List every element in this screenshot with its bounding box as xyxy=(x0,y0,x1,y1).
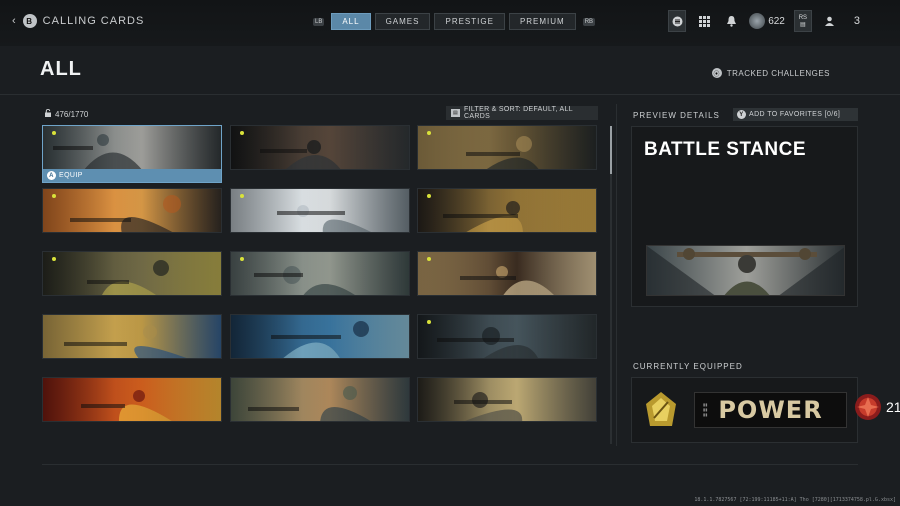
y-button-icon: Y xyxy=(737,110,746,119)
rb-bumper-icon: RB xyxy=(582,17,596,26)
new-indicator-icon xyxy=(240,257,244,261)
add-to-favorites-label: ADD TO FAVORITES [0/6] xyxy=(749,111,841,118)
new-indicator-icon xyxy=(240,131,244,135)
calling-card-battle-stance[interactable]: A EQUIP xyxy=(42,125,222,183)
prestige-level: 21 xyxy=(886,399,900,415)
calling-card-card-8[interactable] xyxy=(230,251,410,296)
a-button-icon: A xyxy=(47,171,56,180)
card-shade xyxy=(43,378,221,421)
power-card-decoration: ▮▮ ▮▮ ▮▮ xyxy=(703,402,708,417)
currency-display: 622 xyxy=(749,13,785,29)
calling-card-card-11[interactable] xyxy=(230,314,410,359)
card-shade xyxy=(418,378,596,421)
panel-divider xyxy=(616,104,617,446)
new-indicator-icon xyxy=(240,194,244,198)
new-indicator-icon xyxy=(52,257,56,261)
prestige-badge-icon xyxy=(853,392,883,422)
unlock-count: 476/1770 xyxy=(44,108,89,119)
card-shade xyxy=(418,189,596,232)
currency-value: 622 xyxy=(768,15,785,27)
card-shade xyxy=(231,126,409,169)
new-indicator-icon xyxy=(427,320,431,324)
filter-sort-button[interactable]: ▤ FILTER & SORT: DEFAULT, ALL CARDS xyxy=(446,106,598,120)
currently-equipped-panel: ▮▮ ▮▮ ▮▮ POWER xyxy=(631,377,858,443)
calling-card-card-4[interactable] xyxy=(42,188,222,233)
section-title: ALL xyxy=(40,58,82,80)
add-to-favorites-button[interactable]: Y ADD TO FAVORITES [0/6] xyxy=(733,108,858,121)
build-info: 18.1.1.7827567 [72:199:11185+11:A] Tho [… xyxy=(694,497,896,503)
calling-card-grid: A EQUIP xyxy=(42,125,598,423)
tab-games[interactable]: GAMES xyxy=(374,13,431,30)
tracked-challenges-button[interactable]: ⦿ TRACKED CHALLENGES xyxy=(711,68,830,78)
tracked-challenges-icon: ⦿ xyxy=(711,68,722,78)
b-button-icon: B xyxy=(22,14,37,28)
filter-sort-label: FILTER & SORT: DEFAULT, ALL CARDS xyxy=(464,106,573,120)
back-button[interactable]: ‹ B CALLING CARDS xyxy=(12,14,144,28)
footer-divider xyxy=(42,464,858,465)
lock-icon xyxy=(44,108,52,119)
rs-button[interactable]: RS ▤ xyxy=(793,10,812,32)
currently-equipped-label: CURRENTLY EQUIPPED xyxy=(633,362,743,371)
equip-button[interactable]: A EQUIP xyxy=(43,169,221,182)
card-shade xyxy=(43,315,221,358)
new-indicator-icon xyxy=(52,131,56,135)
page-title: CALLING CARDS xyxy=(42,15,145,27)
calling-card-card-15[interactable] xyxy=(417,377,597,422)
card-shade xyxy=(231,378,409,421)
calling-card-card-3[interactable] xyxy=(417,125,597,170)
scrollbar-thumb[interactable] xyxy=(610,126,612,174)
top-icons: 622 RS ▤ 3 xyxy=(668,10,860,32)
card-shade xyxy=(418,252,596,295)
tracked-challenges-label: TRACKED CHALLENGES xyxy=(726,68,830,78)
card-shade xyxy=(43,189,221,232)
tab-premium[interactable]: PREMIUM xyxy=(508,13,576,30)
new-indicator-icon xyxy=(427,194,431,198)
tab-prestige[interactable]: PRESTIGE xyxy=(434,13,505,30)
preview-panel: BATTLE STANCE xyxy=(631,126,858,307)
calling-card-card-12[interactable] xyxy=(417,314,597,359)
new-indicator-icon xyxy=(427,131,431,135)
new-indicator-icon xyxy=(427,257,431,261)
unlock-count-value: 476/1770 xyxy=(55,109,89,119)
lb-bumper-icon: LB xyxy=(313,17,325,26)
calling-card-card-2[interactable] xyxy=(230,125,410,170)
equipped-calling-card[interactable]: ▮▮ ▮▮ ▮▮ POWER xyxy=(694,392,847,428)
grid-icon[interactable] xyxy=(695,10,713,32)
calling-card-card-7[interactable] xyxy=(42,251,222,296)
preview-details-label: PREVIEW DETAILS xyxy=(633,111,720,120)
calling-card-card-5[interactable] xyxy=(230,188,410,233)
calling-card-card-9[interactable] xyxy=(417,251,597,296)
menu-icon[interactable] xyxy=(668,10,687,32)
header-divider xyxy=(0,94,900,95)
calling-card-card-6[interactable] xyxy=(417,188,597,233)
equipped-emblem-icon[interactable] xyxy=(642,390,680,430)
calling-card-card-14[interactable] xyxy=(230,377,410,422)
card-shade xyxy=(418,126,596,169)
filter-key-icon: ▤ xyxy=(451,109,461,117)
chevron-left-icon: ‹ xyxy=(12,15,17,27)
preview-card-title: BATTLE STANCE xyxy=(644,139,807,160)
bell-icon[interactable] xyxy=(722,10,740,32)
calling-card-card-10[interactable] xyxy=(42,314,222,359)
category-tabs: LB ALL GAMES PRESTIGE PREMIUM RB xyxy=(310,13,598,30)
profile-icon: ▤ xyxy=(800,21,806,28)
new-indicator-icon xyxy=(52,194,56,198)
equipped-card-text: POWER xyxy=(718,396,823,424)
squad-icon[interactable] xyxy=(821,10,839,32)
player-level: 3 xyxy=(853,15,860,27)
card-shade xyxy=(231,252,409,295)
calling-card-card-13[interactable] xyxy=(42,377,222,422)
equip-label: EQUIP xyxy=(59,172,83,179)
card-shade xyxy=(43,252,221,295)
coin-icon xyxy=(749,13,766,29)
tab-all[interactable]: ALL xyxy=(331,13,371,30)
preview-card-image xyxy=(646,245,845,296)
card-shade xyxy=(231,189,409,232)
card-shade xyxy=(231,315,409,358)
grid-scrollbar[interactable] xyxy=(610,126,612,444)
card-shade xyxy=(418,315,596,358)
